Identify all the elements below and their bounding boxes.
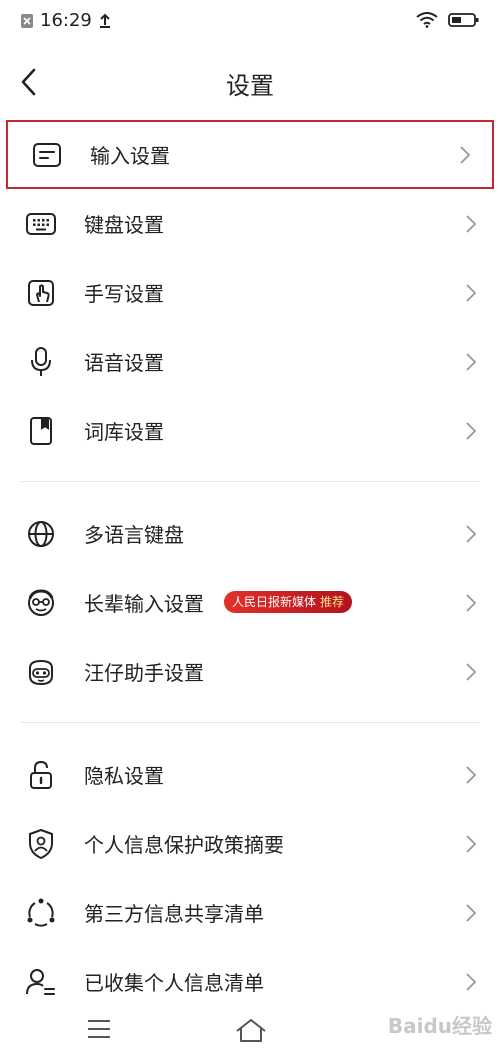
chevron-right-icon <box>466 214 477 233</box>
shield-person-icon <box>24 827 58 861</box>
badge-text: 人民日报新媒体 <box>232 595 317 609</box>
settings-list: 输入设置 键盘设置 手写设置 语音设置 词库设置 多语言键盘 长辈输入设置 人民… <box>0 120 500 1016</box>
settings-item-label: 第三方信息共享清单 <box>84 902 264 926</box>
upload-icon <box>99 13 110 28</box>
person-list-icon <box>24 965 58 999</box>
section-divider <box>20 722 480 723</box>
chevron-right-icon <box>460 145 471 164</box>
settings-item-label: 汪仔助手设置 <box>84 661 204 685</box>
settings-item-label: 语音设置 <box>84 351 164 375</box>
chevron-right-icon <box>466 352 477 371</box>
wifi-icon <box>416 12 438 28</box>
settings-item-input[interactable]: 输入设置 <box>6 120 494 189</box>
settings-item-collected-info[interactable]: 已收集个人信息清单 <box>0 947 500 1016</box>
chevron-right-icon <box>466 972 477 991</box>
baidu-watermark: Baidu经验 <box>387 1014 492 1038</box>
chevron-right-icon <box>466 834 477 853</box>
status-time: 16:29 <box>40 10 92 31</box>
settings-item-keyboard[interactable]: 键盘设置 <box>0 189 500 258</box>
settings-item-privacy[interactable]: 隐私设置 <box>0 740 500 809</box>
settings-item-label: 词库设置 <box>84 420 164 444</box>
text-input-icon <box>30 138 64 172</box>
nav-bar: 设置 <box>0 44 500 120</box>
battery-icon <box>448 13 479 27</box>
chevron-right-icon <box>466 283 477 302</box>
page-title: 设置 <box>226 72 274 100</box>
settings-item-dictionary[interactable]: 词库设置 <box>0 396 500 465</box>
notification-icon <box>21 13 33 28</box>
keyboard-icon <box>24 207 58 241</box>
settings-item-label: 个人信息保护政策摘要 <box>84 833 284 857</box>
microphone-icon <box>24 345 58 379</box>
settings-item-label: 多语言键盘 <box>84 523 184 547</box>
recommend-badge: 人民日报新媒体 推荐 <box>224 591 353 613</box>
globe-icon <box>24 517 58 551</box>
settings-item-label: 已收集个人信息清单 <box>84 971 264 995</box>
lock-icon <box>24 758 58 792</box>
share-circle-icon <box>24 896 58 930</box>
status-bar: 16:29 <box>0 0 500 44</box>
handwriting-icon <box>24 276 58 310</box>
assistant-dog-icon <box>24 655 58 689</box>
dictionary-icon <box>24 414 58 448</box>
elder-face-icon <box>24 586 58 620</box>
chevron-right-icon <box>466 903 477 922</box>
settings-item-label: 手写设置 <box>84 282 164 306</box>
settings-item-elder-input[interactable]: 长辈输入设置 人民日报新媒体 推荐 <box>0 568 500 637</box>
settings-item-assistant[interactable]: 汪仔助手设置 <box>0 637 500 706</box>
chevron-right-icon <box>466 421 477 440</box>
menu-icon[interactable] <box>86 1018 112 1040</box>
chevron-right-icon <box>466 765 477 784</box>
chevron-right-icon <box>466 593 477 612</box>
settings-item-label: 输入设置 <box>90 144 170 168</box>
section-divider <box>20 481 480 482</box>
settings-item-handwriting[interactable]: 手写设置 <box>0 258 500 327</box>
chevron-right-icon <box>466 524 477 543</box>
settings-item-label: 隐私设置 <box>84 764 164 788</box>
home-icon[interactable] <box>234 1016 268 1044</box>
settings-item-privacy-policy[interactable]: 个人信息保护政策摘要 <box>0 809 500 878</box>
settings-item-voice[interactable]: 语音设置 <box>0 327 500 396</box>
settings-item-label: 键盘设置 <box>84 213 164 237</box>
settings-item-third-party[interactable]: 第三方信息共享清单 <box>0 878 500 947</box>
badge-tag: 推荐 <box>320 595 345 609</box>
settings-item-multilanguage[interactable]: 多语言键盘 <box>0 499 500 568</box>
chevron-right-icon <box>466 662 477 681</box>
settings-item-label: 长辈输入设置 <box>84 592 204 616</box>
